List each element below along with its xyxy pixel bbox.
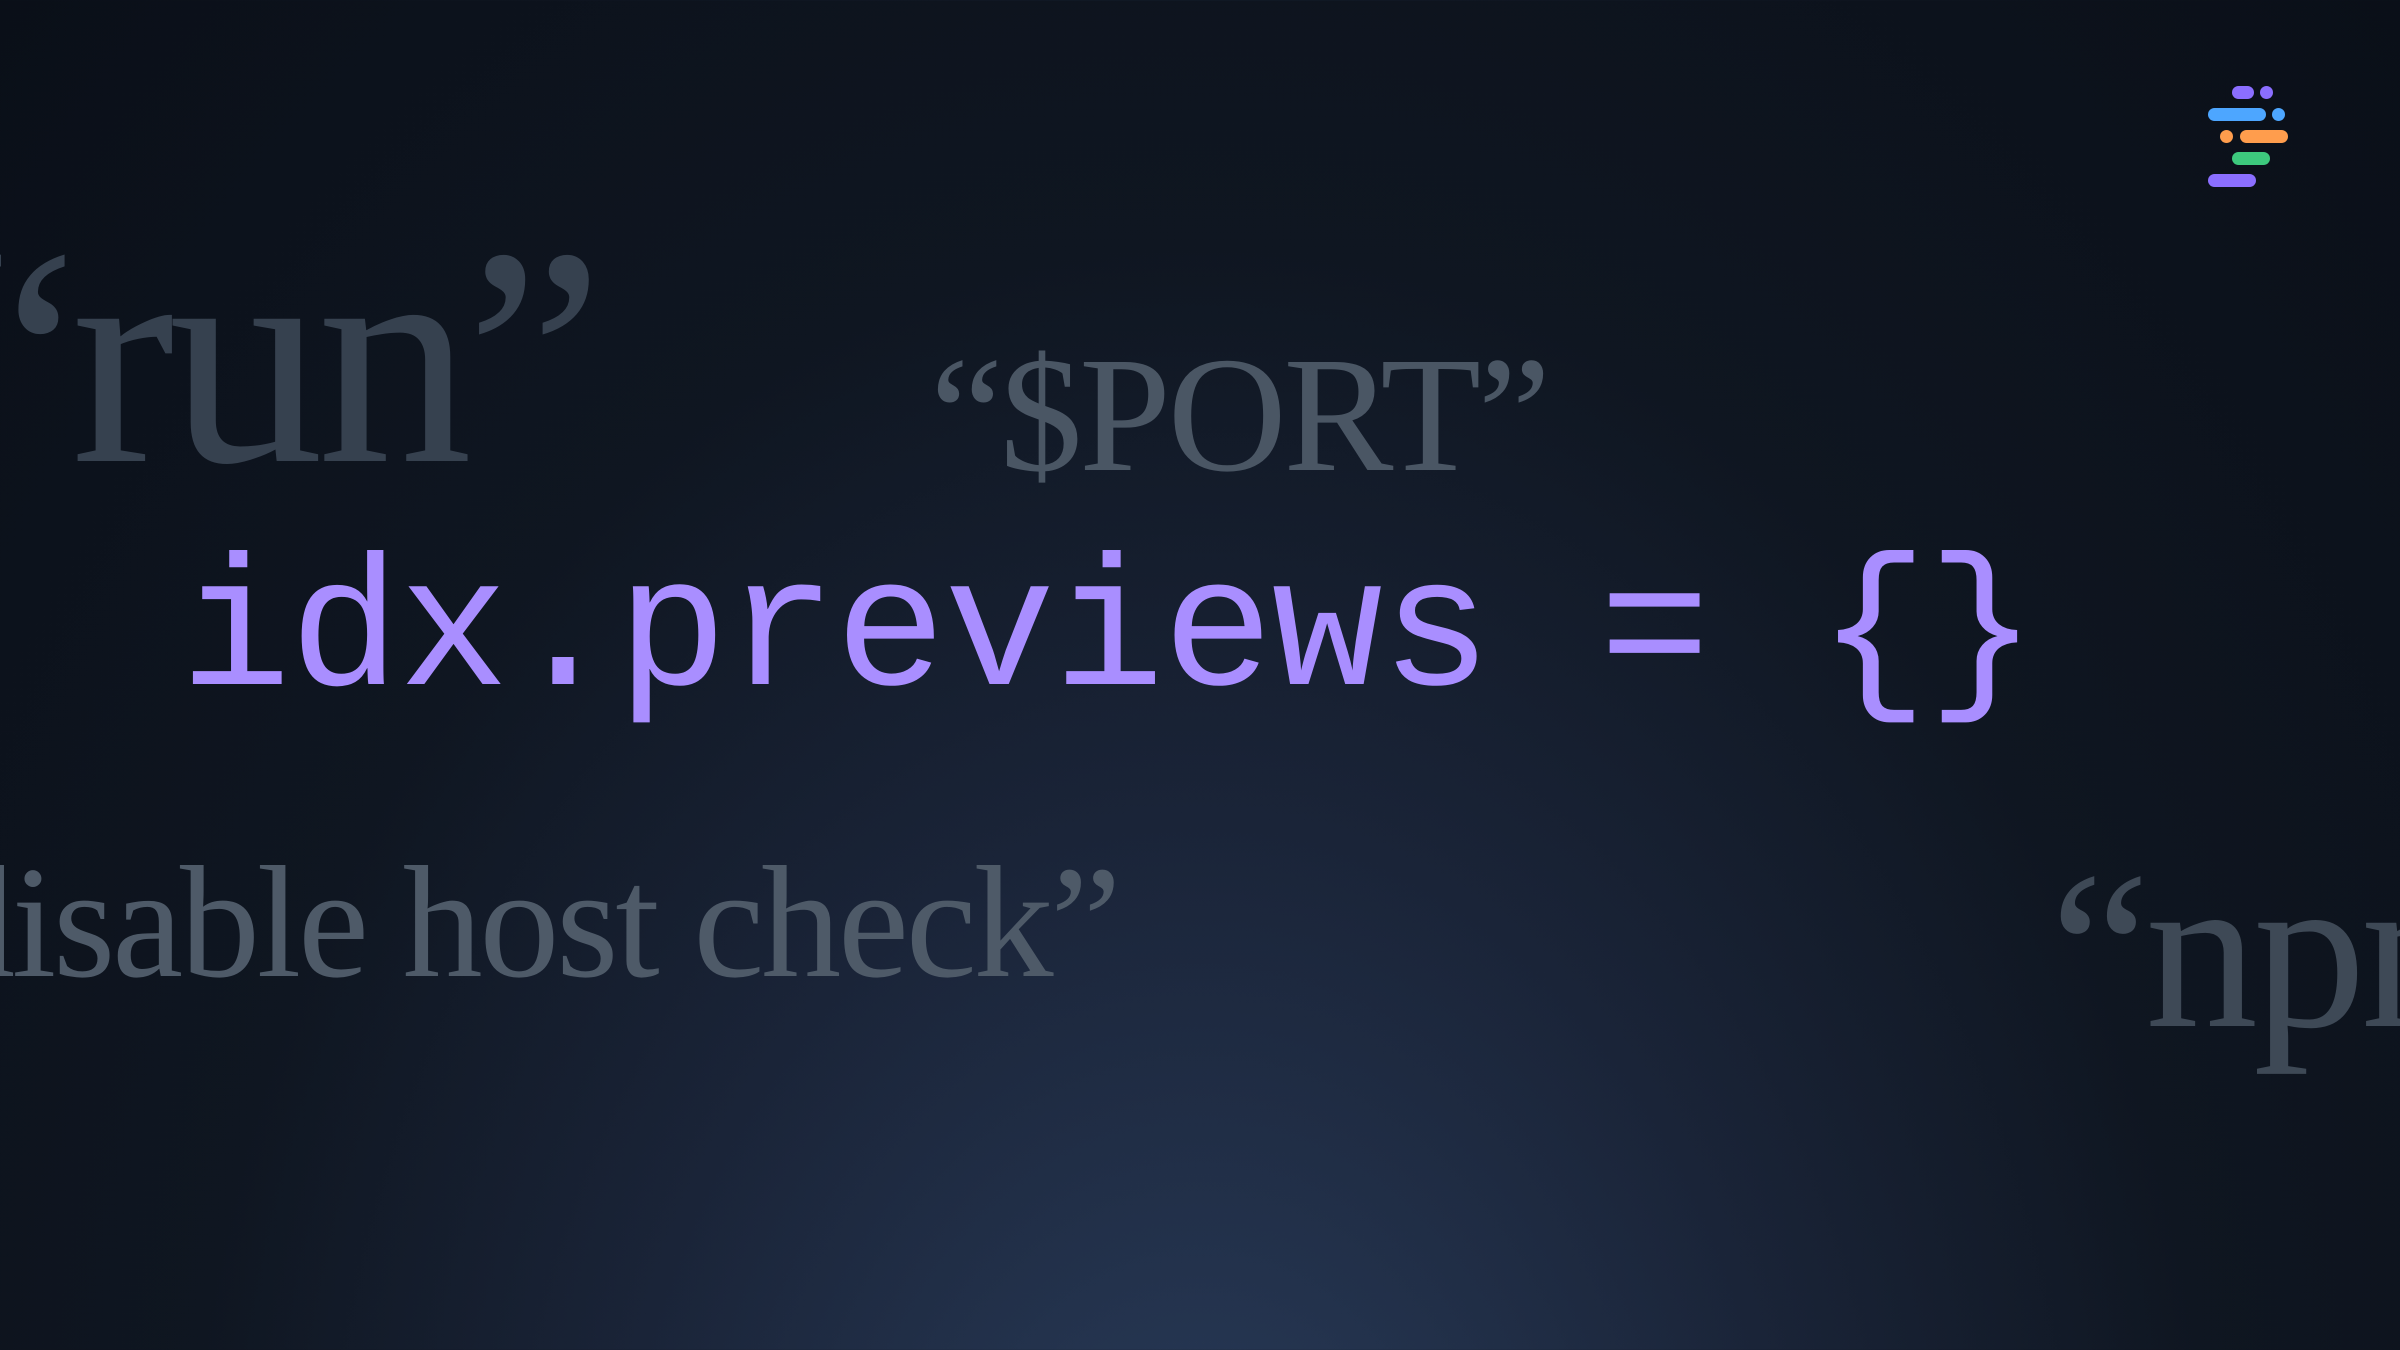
main-code-text: idx.previews = {} bbox=[180, 530, 2036, 740]
background-text-disable-host-check: disable host check” bbox=[0, 830, 1118, 1025]
idx-logo-icon bbox=[2190, 80, 2300, 190]
background-text-port: “$PORT” bbox=[930, 320, 1548, 520]
background-text-npm: “npm bbox=[2050, 820, 2400, 1094]
background-text-run: “run” bbox=[0, 180, 597, 555]
